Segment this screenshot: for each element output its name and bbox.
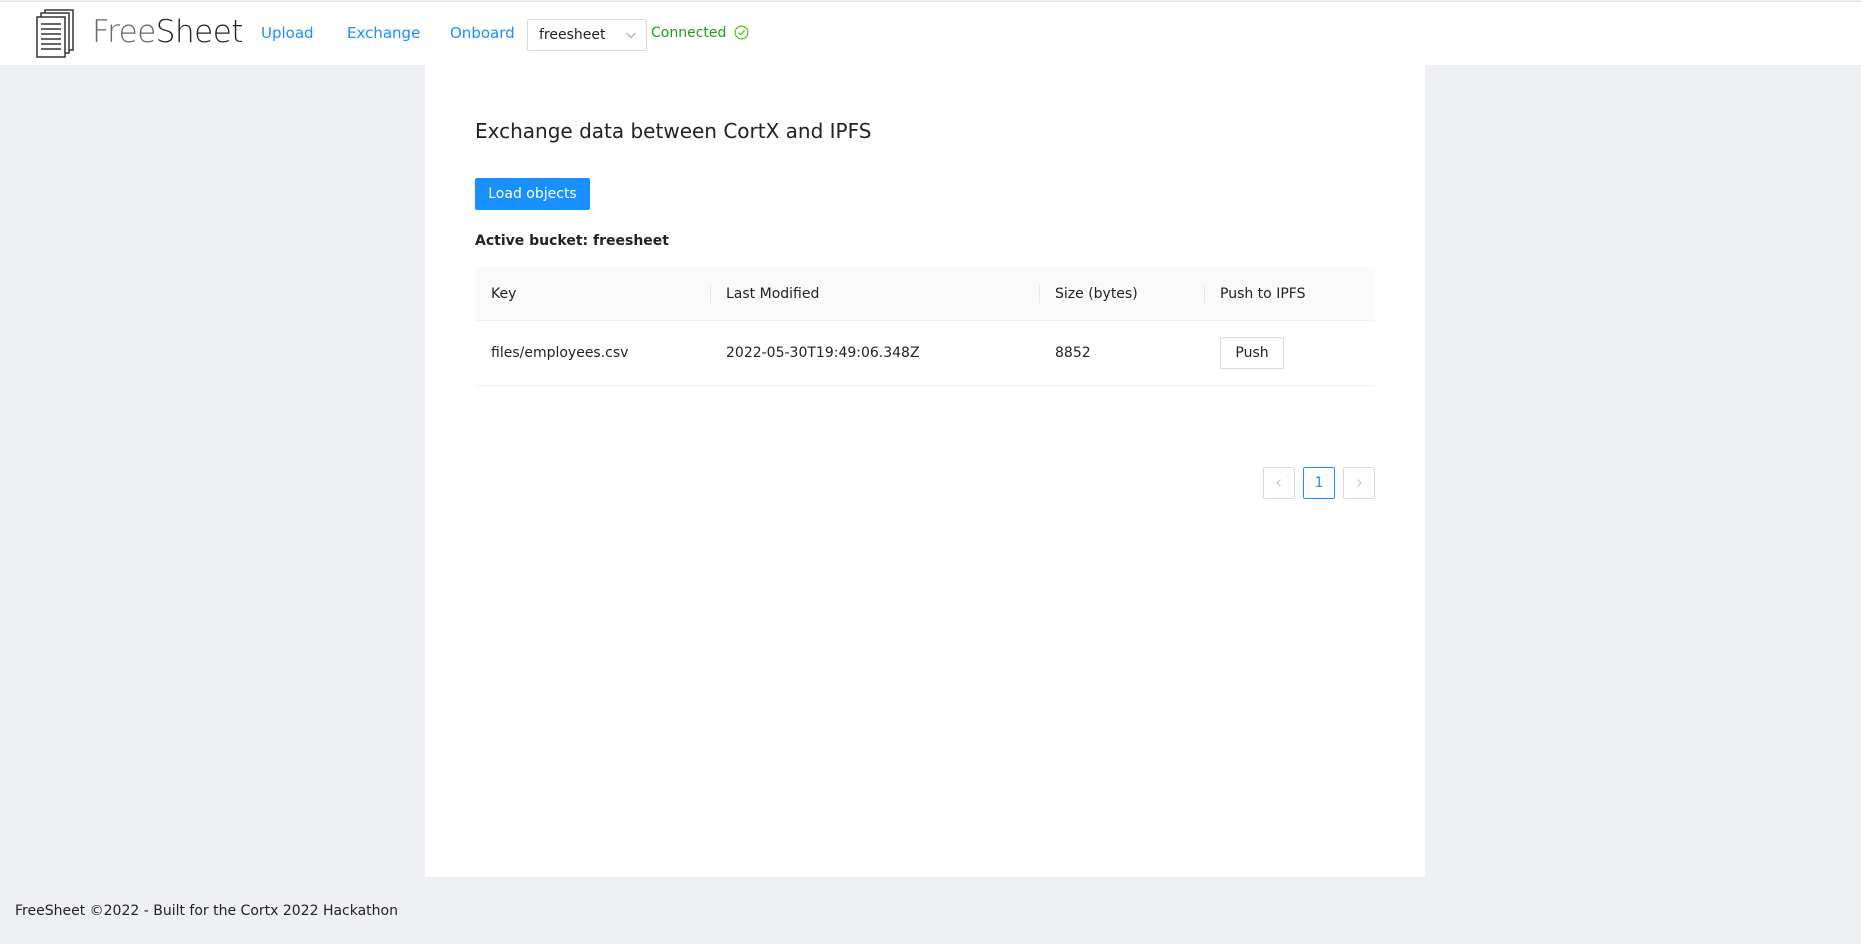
table-header: Key Last Modified Size (bytes) Push to I… xyxy=(475,267,1375,321)
load-objects-button[interactable]: Load objects xyxy=(475,178,590,210)
connection-status-label: Connected xyxy=(651,25,727,41)
objects-table: Key Last Modified Size (bytes) Push to I… xyxy=(475,267,1375,386)
cell-last-modified: 2022-05-30T19:49:06.348Z xyxy=(726,345,920,361)
column-header-key: Key xyxy=(491,286,517,302)
check-circle-icon xyxy=(734,25,749,40)
push-button[interactable]: Push xyxy=(1220,337,1284,369)
footer-text: FreeSheet ©2022 - Built for the Cortx 20… xyxy=(15,903,398,919)
brand-name-light: Free xyxy=(92,14,156,50)
app-header: FreeSheet Upload Exchange Onboard freesh… xyxy=(0,1,1861,65)
cell-key: files/employees.csv xyxy=(491,345,629,361)
cell-size: 8852 xyxy=(1055,345,1091,361)
bucket-select[interactable]: freesheet xyxy=(527,19,647,51)
bucket-select-value: freesheet xyxy=(539,27,606,43)
spreadsheet-stack-logo-icon xyxy=(36,9,74,58)
brand-name-dark: Sheet xyxy=(155,14,244,50)
table-row: files/employees.csv 2022-05-30T19:49:06.… xyxy=(475,321,1375,386)
connection-status: Connected xyxy=(651,25,749,41)
column-header-size: Size (bytes) xyxy=(1055,286,1138,302)
column-header-last-modified: Last Modified xyxy=(726,286,820,302)
chevron-left-icon xyxy=(1276,479,1281,487)
nav-onboard[interactable]: Onboard xyxy=(450,24,515,42)
pagination-prev-button[interactable] xyxy=(1263,467,1295,499)
nav-exchange[interactable]: Exchange xyxy=(347,24,420,42)
main-content: Exchange data between CortX and IPFS Loa… xyxy=(425,65,1425,877)
pagination-page-1[interactable]: 1 xyxy=(1303,467,1335,499)
active-bucket-label: Active bucket: freesheet xyxy=(475,233,669,249)
chevron-down-icon xyxy=(626,32,636,39)
chevron-right-icon xyxy=(1357,479,1362,487)
column-header-push-to-ipfs: Push to IPFS xyxy=(1220,286,1306,302)
nav-upload[interactable]: Upload xyxy=(261,24,314,42)
brand-name[interactable]: FreeSheet xyxy=(92,14,243,50)
pagination-next-button[interactable] xyxy=(1343,467,1375,499)
page-title: Exchange data between CortX and IPFS xyxy=(475,119,872,143)
